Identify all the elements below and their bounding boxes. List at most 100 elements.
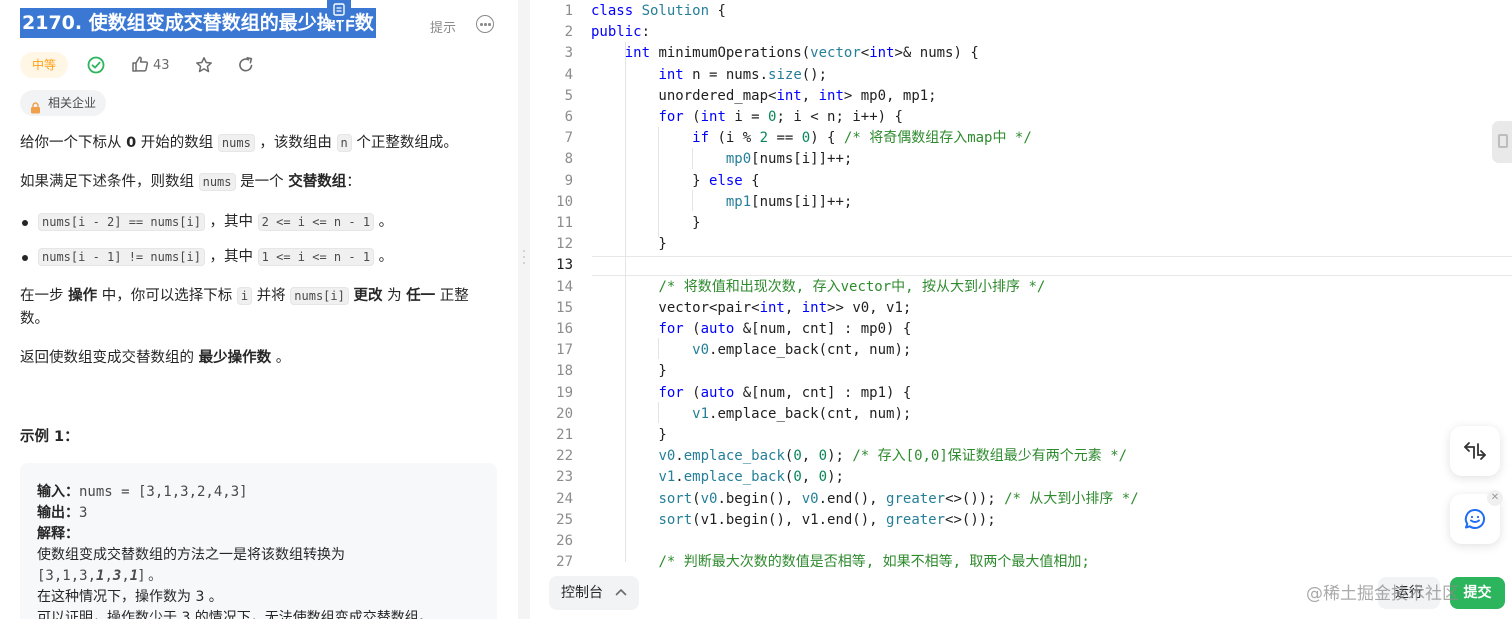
side-panel-tab[interactable] xyxy=(1492,121,1512,163)
line-number: 13 xyxy=(556,257,573,274)
text: 1 xyxy=(129,568,139,584)
line-number: 24 xyxy=(556,490,573,507)
code-text: sort(v1.begin(), v1.end(), greater<>()); xyxy=(591,510,996,531)
code-token: vector<pair< xyxy=(591,299,760,316)
code-line[interactable]: 9 } else { xyxy=(530,171,1512,192)
code-text: v1.emplace_back(cnt, num); xyxy=(591,404,911,425)
star-icon[interactable] xyxy=(195,56,213,78)
code-token: } xyxy=(591,363,667,380)
code-line[interactable]: 7 if (i % 2 == 0) { /* 将奇偶数组存入map中 */ xyxy=(530,128,1512,149)
code-line[interactable]: 10 mp1[nums[i]]++; xyxy=(530,192,1512,213)
code-token: : xyxy=(641,24,651,41)
code-token: (); xyxy=(801,66,828,83)
code-text: v0.emplace_back(0, 0); /* 存入[0,0]保证数组最少有… xyxy=(591,446,1127,467)
console-button[interactable]: 控制台 xyxy=(549,576,639,610)
swap-button[interactable] xyxy=(1450,426,1500,476)
code-line[interactable]: 16 for (auto &[num, cnt] : mp0) { xyxy=(530,319,1512,340)
example-input: 输入：nums = [3,1,3,2,4,3] xyxy=(37,482,248,503)
code-token: /* 将奇偶数组存入map中 */ xyxy=(843,130,1032,147)
code-line[interactable]: 11 } xyxy=(530,213,1512,234)
code-token: 0 xyxy=(818,448,828,465)
line-number: 2 xyxy=(564,24,573,41)
code-text: v1.emplace_back(0, 0); xyxy=(591,467,843,488)
code-token: <>()); xyxy=(945,490,1005,507)
code-line[interactable]: 21 } xyxy=(530,425,1512,446)
code-line[interactable]: 23 v1.emplace_back(0, 0); xyxy=(530,467,1512,488)
code-line[interactable]: 18 } xyxy=(530,361,1512,382)
thumbs-up-icon[interactable] xyxy=(131,55,149,77)
code-token: ( xyxy=(683,321,701,337)
code-token: ); xyxy=(827,448,853,465)
code-line[interactable]: 20 v1.emplace_back(cnt, num); xyxy=(530,404,1512,425)
text: 在一步 xyxy=(20,288,69,304)
code-line[interactable]: 2 public: xyxy=(530,22,1512,43)
code-token: , xyxy=(784,299,802,316)
bold-text: 最少操作数 xyxy=(198,350,272,366)
code-line[interactable]: 26 xyxy=(530,531,1512,552)
code-line[interactable]: 12 } xyxy=(530,234,1512,255)
code-token: ( xyxy=(692,490,701,507)
example-output: 输出：3 xyxy=(37,503,87,524)
code-token: for xyxy=(658,109,684,125)
code-line[interactable]: 3 int minimumOperations(vector<int>& num… xyxy=(530,43,1512,64)
example-explain-label: 解释： xyxy=(37,524,79,545)
panel-resize-handle[interactable] xyxy=(518,0,530,619)
code-token: < xyxy=(860,45,870,62)
code-line[interactable]: 17 v0.emplace_back(cnt, num); xyxy=(530,340,1512,361)
code-line[interactable]: 13 xyxy=(530,255,1512,276)
note-icon[interactable] xyxy=(327,0,351,20)
text: 并将 xyxy=(252,288,291,304)
code-token: } xyxy=(591,236,667,253)
code-line[interactable]: 4 int n = nums.size(); xyxy=(530,65,1512,86)
code-token: v0 xyxy=(692,342,710,359)
code-line[interactable]: 14 /* 将数值和出现次数, 存入vector中, 按从大到小排序 */ xyxy=(530,277,1512,298)
code-text: int minimumOperations(vector<int>& nums)… xyxy=(591,43,979,64)
code-text: } xyxy=(591,361,667,382)
code-line[interactable]: 19 for (auto &[num, cnt] : mp1) { xyxy=(530,383,1512,404)
code-token: } xyxy=(591,215,701,231)
code-token: int xyxy=(818,87,844,104)
example-explain-line-4: 可以证明，操作数少于 3 的情况下，无法使数组变成交替数组。 xyxy=(37,610,433,619)
code-token: (v1.begin(), v1.end(), xyxy=(692,511,887,528)
code-line[interactable]: 27 /* 判断最大次数的数值是否相等, 如果不相等, 取两个最大值相加; xyxy=(530,552,1512,573)
problem-title[interactable]: 2170. 使数组变成交替数组的最少操作数 xyxy=(20,8,376,38)
code-line[interactable]: 22 v0.emplace_back(0, 0); /* 存入[0,0]保证数组… xyxy=(530,446,1512,467)
example-explain-line-1: 使数组变成交替数组的方法之一是将该数组转换为 xyxy=(37,547,345,563)
code-token: sort xyxy=(658,490,693,507)
code-line[interactable]: 25 sort(v1.begin(), v1.end(), greater<>(… xyxy=(530,510,1512,531)
share-icon[interactable] xyxy=(237,56,255,78)
code-line[interactable]: 1 class Solution { xyxy=(530,1,1512,22)
hint-button[interactable]: 提示 xyxy=(430,17,456,36)
code-token: 0 xyxy=(818,469,828,486)
code-text: mp1[nums[i]]++; xyxy=(591,192,852,213)
line-number: 3 xyxy=(564,45,573,62)
close-icon[interactable]: ✕ xyxy=(1487,490,1503,506)
inline-code: nums xyxy=(217,134,255,152)
code-token: for xyxy=(658,384,684,401)
code-line[interactable]: 24 sort(v0.begin(), v0.end(), greater<>(… xyxy=(530,489,1512,510)
code-token: [nums[i]]++; xyxy=(751,193,853,210)
more-icon[interactable] xyxy=(476,15,494,33)
value: 3 xyxy=(79,505,88,521)
code-line[interactable]: 8 mp0[nums[i]]++; xyxy=(530,149,1512,170)
company-tag[interactable]: 相关企业 xyxy=(20,90,107,116)
code-token: , xyxy=(801,469,819,486)
inline-code: nums[i - 1] != nums[i] xyxy=(38,248,205,266)
code-line[interactable]: 15 vector<pair<int, int>> v0, v1; xyxy=(530,298,1512,319)
code-line[interactable]: 5 unordered_map<int, int> mp0, mp1; xyxy=(530,86,1512,107)
code-token: <>()); xyxy=(945,511,996,528)
code-editor[interactable]: 1 class Solution {2 public: 3 int minimumOp… xyxy=(530,0,1512,619)
code-token: if xyxy=(692,130,710,147)
code-text: } xyxy=(591,213,701,234)
code-line[interactable]: 6 for (int i = 0; i < n; i++) { xyxy=(530,107,1512,128)
text: 。 xyxy=(374,249,394,265)
